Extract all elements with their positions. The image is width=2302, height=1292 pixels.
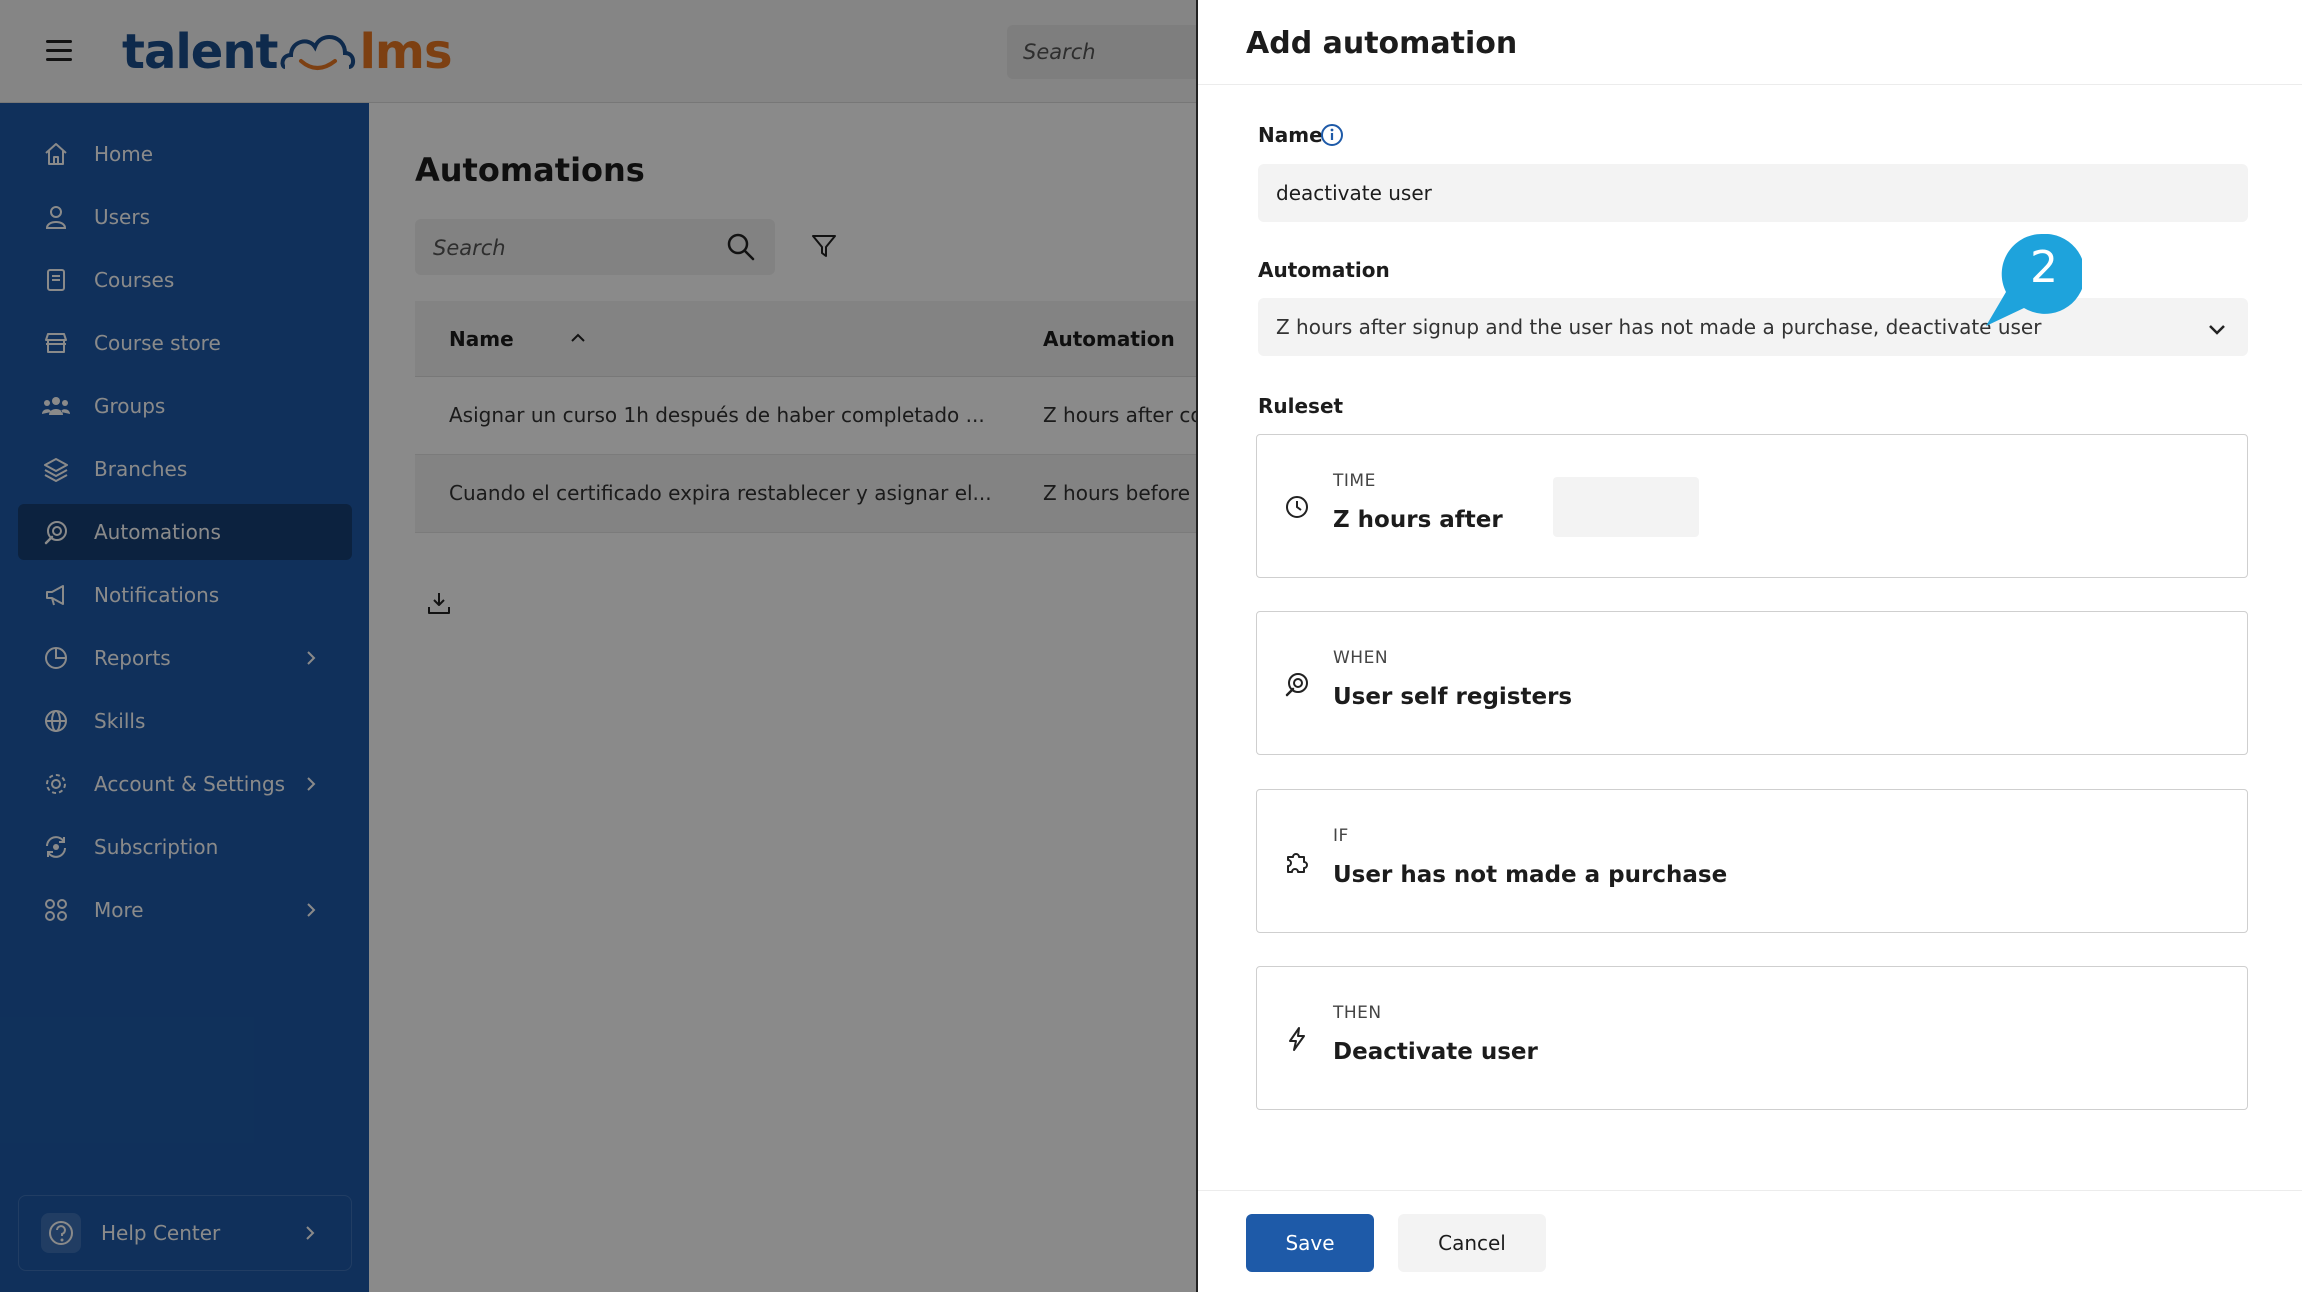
name-label: Name (1258, 123, 1323, 147)
hours-input[interactable] (1553, 477, 1699, 537)
ruleset-label: Ruleset (1258, 394, 1344, 418)
rule-if[interactable]: IF User has not made a purchase (1256, 789, 2248, 933)
rule-value: User has not made a purchase (1333, 862, 1728, 888)
automation-label: Automation (1258, 258, 1390, 282)
clock-icon (1286, 496, 1308, 518)
name-field[interactable]: deactivate user (1258, 164, 2248, 222)
add-automation-drawer: Add automation Name deactivate user Auto… (1196, 0, 2302, 1292)
rule-kind: TIME (1333, 471, 1376, 491)
rule-value: Z hours after (1333, 507, 1503, 533)
modal-backdrop[interactable] (0, 0, 1196, 1292)
cancel-button[interactable]: Cancel (1398, 1214, 1546, 1272)
rule-value: User self registers (1333, 684, 1573, 710)
info-icon[interactable] (1320, 123, 1344, 147)
chevron-down-icon[interactable] (2206, 318, 2228, 340)
rule-kind: WHEN (1333, 648, 1389, 668)
drawer-title: Add automation (1246, 26, 1518, 61)
divider (1198, 1190, 2302, 1191)
lightning-icon (1289, 1027, 1305, 1051)
rule-kind: IF (1333, 826, 1349, 846)
automation-icon (1285, 673, 1308, 697)
rule-time[interactable]: TIME Z hours after (1256, 434, 2248, 578)
puzzle-icon (1287, 853, 1308, 873)
step-callout-number: 2 (2030, 242, 2058, 293)
divider (1198, 84, 2302, 85)
save-button[interactable]: Save (1246, 1214, 1374, 1272)
app-window: talent lms Search Home Users Courses Cou… (0, 0, 2302, 1292)
rule-value: Deactivate user (1333, 1039, 1538, 1065)
automation-select[interactable]: Z hours after signup and the user has no… (1258, 298, 2248, 356)
rule-when[interactable]: WHEN User self registers (1256, 611, 2248, 755)
rule-then[interactable]: THEN Deactivate user (1256, 966, 2248, 1110)
rule-kind: THEN (1333, 1003, 1382, 1023)
